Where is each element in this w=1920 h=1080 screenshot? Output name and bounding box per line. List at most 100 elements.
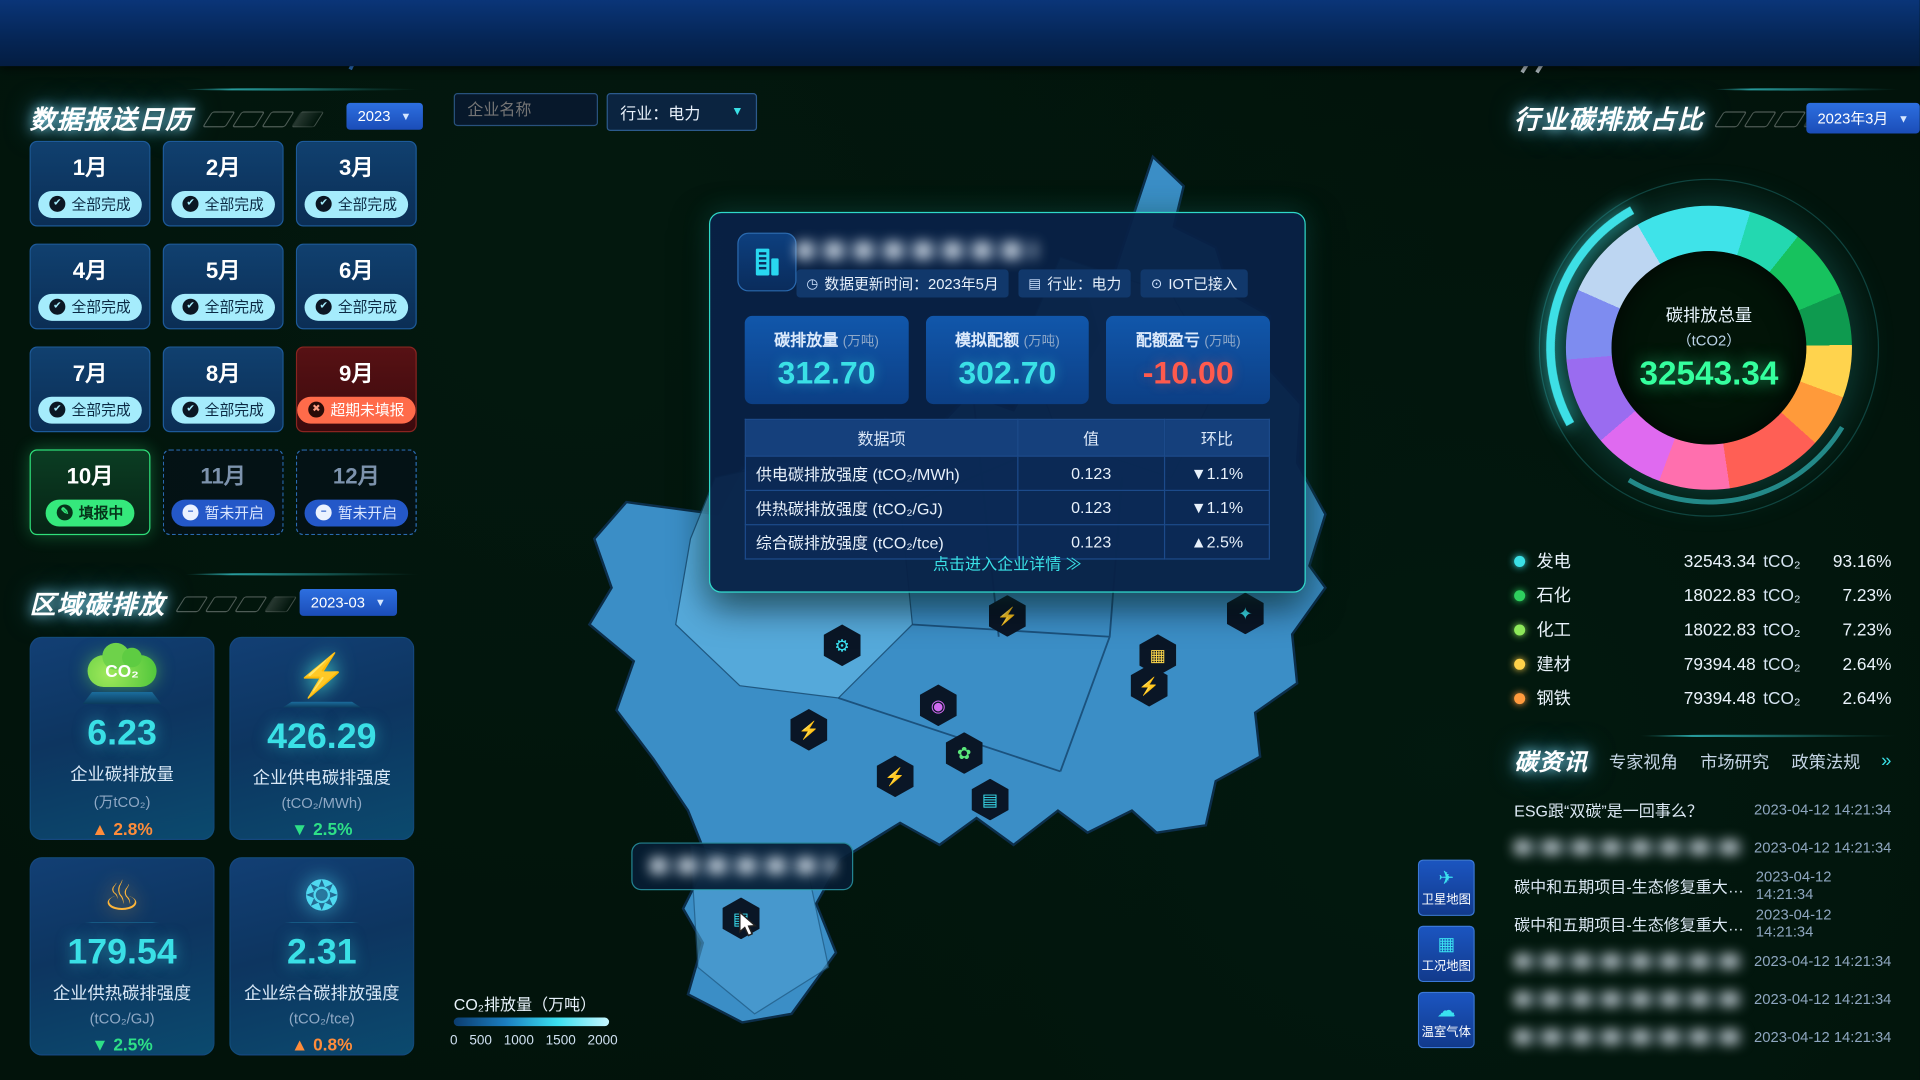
legend-row-steel[interactable]: 钢铁 79394.48 tCO₂ 2.64% [1514, 683, 1891, 712]
news-tabs: 专家视角 市场研究 政策法规 [1609, 749, 1861, 773]
check-icon: ✔ [182, 195, 198, 211]
trend-down-icon: ▼ [291, 819, 313, 839]
stat-card-composite-intensity[interactable]: ❂ 2.31 企业综合碳排放强度 (tCO₂/tce) ▲ 0.8% [229, 857, 414, 1055]
legend-dot [1514, 692, 1525, 703]
news-item[interactable]: 碳中和五期项目-生态修复重大工程...2023-04-12 14:21:34 [1514, 869, 1891, 901]
check-icon: ✔ [182, 401, 198, 417]
industry-header: 行业碳排放占比 [1514, 100, 1831, 137]
tab-expert-view[interactable]: 专家视角 [1609, 749, 1678, 773]
radiation-icon: ◉ [931, 697, 946, 714]
edit-icon: ✎ [57, 504, 73, 520]
news-title-redacted [1514, 840, 1743, 855]
legend-row-power[interactable]: 发电 32543.34 tCO₂ 93.16% [1514, 546, 1891, 575]
pedestal-decoration [83, 692, 162, 704]
news-item[interactable]: ESG跟“双碳”是一回事么？2023-04-12 14:21:34 [1514, 793, 1891, 825]
popup-stat-emission: 碳排放量 (万吨) 312.70 [745, 316, 909, 404]
news-title-redacted [1514, 992, 1743, 1007]
stat-value: 6.23 [87, 714, 157, 754]
legend-row-chem[interactable]: 化工 18022.83 tCO₂ 7.23% [1514, 615, 1891, 644]
popup-badges: ◷数据更新时间：2023年5月 ▤行业：电力 ⊙IOT已接入 [797, 269, 1248, 297]
month-card-9[interactable]: 9月✖超期未填报 [296, 347, 417, 433]
stat-card-power-intensity[interactable]: ⚡ 426.29 企业供电碳排强度 (tCO₂/MWh) ▼ 2.5% [229, 637, 414, 840]
molecule-icon: ☁ [1437, 1001, 1455, 1019]
check-icon: ✔ [49, 401, 65, 417]
stat-value: 426.29 [267, 718, 376, 758]
news-item[interactable]: 2023-04-12 14:21:34 [1514, 945, 1891, 977]
mouse-cursor [737, 911, 762, 938]
stat-value: 2.31 [287, 933, 357, 973]
bolt-icon: ⚡ [1138, 677, 1160, 694]
layer-button-satellite[interactable]: ✈卫星地图 [1418, 860, 1475, 916]
industry-title: 行业碳排放占比 [1514, 100, 1704, 137]
month-card-5[interactable]: 5月✔全部完成 [163, 244, 284, 330]
month-card-3[interactable]: 3月✔全部完成 [296, 141, 417, 227]
legend-row-petro[interactable]: 石化 18022.83 tCO₂ 7.23% [1514, 580, 1891, 609]
month-card-8[interactable]: 8月✔全部完成 [163, 347, 284, 433]
news-item[interactable]: 2023-04-12 14:21:34 [1514, 983, 1891, 1015]
month-card-12[interactable]: 12月−暂未开启 [296, 449, 417, 535]
enterprise-detail-link[interactable]: 点击进入企业详情 ≫ [710, 551, 1304, 574]
gear-icon: ⚙ [834, 637, 849, 654]
check-icon: ✔ [49, 195, 65, 211]
regional-period-select[interactable]: 2023-03▼ [300, 589, 397, 616]
popup-data-table: 数据项 值 环比 供电碳排放强度 (tCO₂/MWh) 0.123 ▼1.1% … [745, 419, 1270, 560]
iot-badge: ⊙IOT已接入 [1141, 269, 1247, 297]
month-card-1[interactable]: 1月✔全部完成 [30, 141, 151, 227]
month-card-2[interactable]: 2月✔全部完成 [163, 141, 284, 227]
clock-icon: ◷ [806, 276, 818, 292]
pedestal-decoration [282, 922, 361, 923]
industry-period-select[interactable]: 2023年3月▼ [1806, 103, 1920, 134]
calendar-panel-topline [185, 88, 419, 90]
month-card-6[interactable]: 6月✔全部完成 [296, 244, 417, 330]
iot-icon: ⊙ [1151, 276, 1162, 292]
chart-icon: ▤ [1028, 276, 1041, 292]
calendar-year-select[interactable]: 2023▼ [346, 103, 422, 130]
news-item[interactable]: 碳中和五期项目-生态修复重大工程2023-04-12 14:21:34 [1514, 907, 1891, 939]
building-icon [737, 233, 796, 292]
document-icon: ▤ [982, 791, 998, 808]
news-item[interactable]: 2023-04-12 14:21:34 [1514, 1021, 1891, 1053]
tab-policy[interactable]: 政策法规 [1791, 749, 1860, 773]
map-tooltip [631, 842, 853, 890]
plug-icon: ⚡ [296, 655, 348, 697]
popup-stats: 碳排放量 (万吨) 312.70 模拟配额 (万吨) 302.70 配额盈亏 (… [745, 316, 1270, 404]
month-card-7[interactable]: 7月✔全部完成 [30, 347, 151, 433]
table-row: 供电碳排放强度 (tCO₂/MWh) 0.123 ▼1.1% [745, 456, 1269, 490]
heater-icon: ♨ [103, 876, 141, 918]
co2-cloud-icon: CO₂ [88, 655, 157, 687]
industry-donut-chart[interactable]: 碳排放总量 （tCO2） 32543.34 [1556, 196, 1862, 500]
stat-card-emission[interactable]: CO₂ 6.23 企业碳排放量 (万tCO₂) ▲ 2.8% [30, 637, 215, 840]
trend-down-icon: ▼ [1191, 498, 1207, 516]
month-card-10[interactable]: 10月✎填报中 [30, 449, 151, 535]
enterprise-popup: ◷数据更新时间：2023年5月 ▤行业：电力 ⊙IOT已接入 碳排放量 (万吨)… [709, 212, 1306, 593]
legend-dot [1514, 658, 1525, 669]
popup-stat-balance: 配额盈亏 (万吨) -10.00 [1106, 316, 1270, 404]
stat-card-heat-intensity[interactable]: ♨ 179.54 企业供热碳排强度 (tCO₂/GJ) ▼ 2.5% [30, 857, 215, 1055]
bolt-icon: ⚡ [798, 721, 820, 738]
news-more-link[interactable]: » [1881, 751, 1891, 772]
industry-badge: ▤行业：电力 [1018, 269, 1131, 297]
trend-up-icon: ▲ [91, 819, 113, 839]
title-decoration [180, 596, 292, 612]
news-panel-topline [1640, 735, 1899, 737]
layer-button-ghg[interactable]: ☁温室气体 [1418, 992, 1475, 1048]
top-nav [0, 0, 1920, 66]
company-name-redacted [797, 241, 1037, 259]
popup-stat-quota: 模拟配额 (万吨) 302.70 [926, 316, 1090, 404]
month-card-11[interactable]: 11月−暂未开启 [163, 449, 284, 535]
news-item[interactable]: 2023-04-12 14:21:34 [1514, 831, 1891, 863]
legend-row-building[interactable]: 建材 79394.48 tCO₂ 2.64% [1514, 649, 1891, 678]
table-row: 供热碳排放强度 (tCO₂/GJ) 0.123 ▼1.1% [745, 490, 1269, 524]
check-icon: ✔ [316, 195, 332, 211]
tooltip-text-redacted [650, 857, 835, 874]
tab-market-research[interactable]: 市场研究 [1700, 749, 1769, 773]
pedestal-decoration [83, 922, 162, 923]
calendar-header: 数据报送日历 [30, 100, 320, 137]
news-title-redacted [1514, 1030, 1743, 1045]
target-icon: ❂ [304, 876, 339, 918]
month-card-4[interactable]: 4月✔全部完成 [30, 244, 151, 330]
bolt-icon: ⚡ [884, 768, 906, 785]
layer-button-operating[interactable]: ▦工况地图 [1418, 926, 1475, 982]
industry-panel-topline [1714, 88, 1899, 90]
minus-icon: − [316, 504, 332, 520]
